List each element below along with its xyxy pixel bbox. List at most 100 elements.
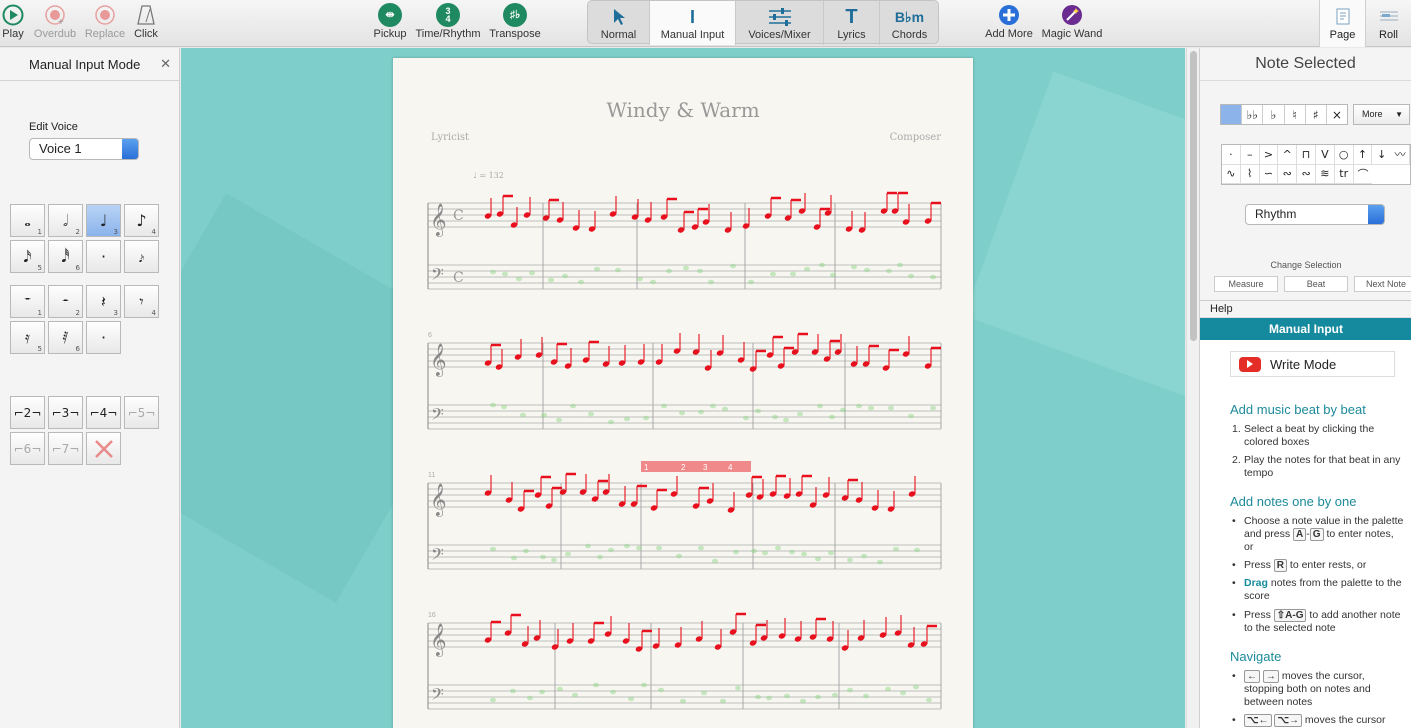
fermata-icon[interactable]: ⊓ <box>1297 145 1316 165</box>
voice2-note-head[interactable] <box>913 684 919 690</box>
voice2-note-head[interactable] <box>733 549 739 555</box>
tremolo-icon[interactable]: ≋ <box>1315 164 1335 184</box>
voice2-note-head[interactable] <box>676 553 682 559</box>
voice2-note-head[interactable] <box>900 690 906 696</box>
voice2-note-head[interactable] <box>775 545 781 551</box>
voice2-note-head[interactable] <box>720 698 726 704</box>
accidental-none[interactable] <box>1221 105 1243 124</box>
voice2-note-head[interactable] <box>888 405 894 411</box>
trill-icon[interactable]: tr <box>1334 164 1354 184</box>
voice2-note-head[interactable] <box>847 687 853 693</box>
write-mode-video-link[interactable]: Write Mode <box>1230 351 1395 377</box>
scrollbar-thumb[interactable] <box>1190 51 1197 341</box>
voice2-note-head[interactable] <box>861 553 867 559</box>
voice2-note-head[interactable] <box>610 689 616 695</box>
voice2-note-head[interactable] <box>527 695 533 701</box>
voice2-note-head[interactable] <box>641 682 647 688</box>
voice2-note-head[interactable] <box>893 546 899 552</box>
voice2-note-head[interactable] <box>868 405 874 411</box>
quarter-note-button[interactable]: ♩ 3 <box>86 204 121 237</box>
voice2-note-head[interactable] <box>502 271 508 277</box>
slur-icon[interactable]: ⌒ <box>1353 165 1373 184</box>
voice2-note-head[interactable] <box>540 554 546 560</box>
voice2-note-head[interactable] <box>748 279 754 285</box>
voice2-note-head[interactable] <box>510 688 516 694</box>
tuplet-2-button[interactable]: ⌐ 2 ¬ <box>10 396 45 429</box>
rest-dot-button[interactable]: · <box>86 321 121 354</box>
thirty-second-note-button[interactable]: 𝅘𝅥𝅰 6 <box>48 240 83 273</box>
close-icon[interactable]: ✕ <box>160 56 171 72</box>
voice2-note-head[interactable] <box>548 277 554 283</box>
view-roll-button[interactable]: Roll <box>1365 0 1411 47</box>
upbow-icon[interactable]: ↑ <box>1353 145 1373 165</box>
voice2-note-head[interactable] <box>490 546 496 552</box>
voice2-note-head[interactable] <box>926 697 932 703</box>
downbow-icon[interactable]: ↓ <box>1372 145 1392 165</box>
sixteenth-note-button[interactable]: 𝅘𝅥𝅯 5 <box>10 240 45 273</box>
sixteenth-rest-button[interactable]: 𝄿 5 <box>10 321 45 354</box>
voice2-note-head[interactable] <box>624 543 630 549</box>
voice2-note-head[interactable] <box>897 262 903 268</box>
voice2-note-head[interactable] <box>819 262 825 268</box>
click-button[interactable]: Click <box>133 2 159 44</box>
voice2-note-head[interactable] <box>840 407 846 413</box>
mode-chords[interactable]: B♭m Chords <box>880 1 939 45</box>
staccato-icon[interactable]: · <box>1222 145 1241 165</box>
voice2-note-head[interactable] <box>743 415 749 421</box>
marcato-icon[interactable]: ^ <box>1278 145 1298 165</box>
select-next-note-button[interactable]: Next Note <box>1354 276 1411 292</box>
voice2-note-head[interactable] <box>683 265 689 271</box>
turn-alt-icon[interactable]: ∾ <box>1278 164 1298 184</box>
voice2-note-head[interactable] <box>666 268 672 274</box>
mode-voices-mixer[interactable]: Voices/Mixer <box>736 1 824 45</box>
voice2-note-head[interactable] <box>490 697 496 703</box>
eighth-rest-button[interactable]: 𝄾 4 <box>124 285 159 318</box>
voice2-note-head[interactable] <box>511 555 517 561</box>
voice2-note-head[interactable] <box>520 412 526 418</box>
replace-button[interactable]: Replace <box>84 2 126 44</box>
voice2-note-head[interactable] <box>829 414 835 420</box>
voice2-note-head[interactable] <box>710 403 716 409</box>
voice2-note-head[interactable] <box>908 413 914 419</box>
add-more-button[interactable]: Add More <box>983 2 1035 44</box>
voice2-note-head[interactable] <box>832 692 838 698</box>
harmonic-icon[interactable]: ○ <box>1334 145 1354 165</box>
turn-icon[interactable]: ∽ <box>1259 164 1279 184</box>
mode-lyrics[interactable]: T Lyrics <box>824 1 880 45</box>
voice2-note-head[interactable] <box>658 687 664 693</box>
voice2-note-head[interactable] <box>789 549 795 555</box>
eighth-note-button[interactable]: ♪ 4 <box>124 204 159 237</box>
voice2-note-head[interactable] <box>708 279 714 285</box>
pickup-button[interactable]: ⇹ Pickup <box>372 2 408 44</box>
select-measure-button[interactable]: Measure <box>1214 276 1278 292</box>
quarter-rest-button[interactable]: 𝄽 3 <box>86 285 121 318</box>
voice2-note-head[interactable] <box>914 547 920 553</box>
voice2-note-head[interactable] <box>490 269 496 275</box>
voice2-note-head[interactable] <box>701 690 707 696</box>
voice2-note-head[interactable] <box>572 692 578 698</box>
voice2-note-head[interactable] <box>877 559 883 565</box>
voice2-note-head[interactable] <box>755 408 761 414</box>
voice2-note-head[interactable] <box>851 264 857 270</box>
voice2-note-head[interactable] <box>523 548 529 554</box>
voice2-note-head[interactable] <box>680 698 686 704</box>
view-page-button[interactable]: Page <box>1319 0 1365 47</box>
voice2-note-head[interactable] <box>766 695 772 701</box>
voice2-note-head[interactable] <box>637 276 643 282</box>
time-rhythm-button[interactable]: 34 Time/Rhythm <box>413 2 483 44</box>
voice2-note-head[interactable] <box>628 696 634 702</box>
voice2-note-head[interactable] <box>930 405 936 411</box>
voice2-note-head[interactable] <box>490 402 496 408</box>
voice2-note-head[interactable] <box>608 419 614 425</box>
voice2-note-head[interactable] <box>830 272 836 278</box>
voice2-note-head[interactable] <box>593 682 599 688</box>
transpose-button[interactable]: ♯♭ Transpose <box>488 2 542 44</box>
voice2-note-head[interactable] <box>730 263 736 269</box>
rhythm-select[interactable]: Rhythm <box>1245 204 1385 225</box>
accent-icon[interactable]: > <box>1259 145 1279 165</box>
voice2-note-head[interactable] <box>624 416 630 422</box>
voice2-note-head[interactable] <box>565 551 571 557</box>
voice2-note-head[interactable] <box>650 279 656 285</box>
voice2-note-head[interactable] <box>797 411 803 417</box>
tuplet-6-button[interactable]: ⌐ 6 ¬ <box>10 432 45 465</box>
